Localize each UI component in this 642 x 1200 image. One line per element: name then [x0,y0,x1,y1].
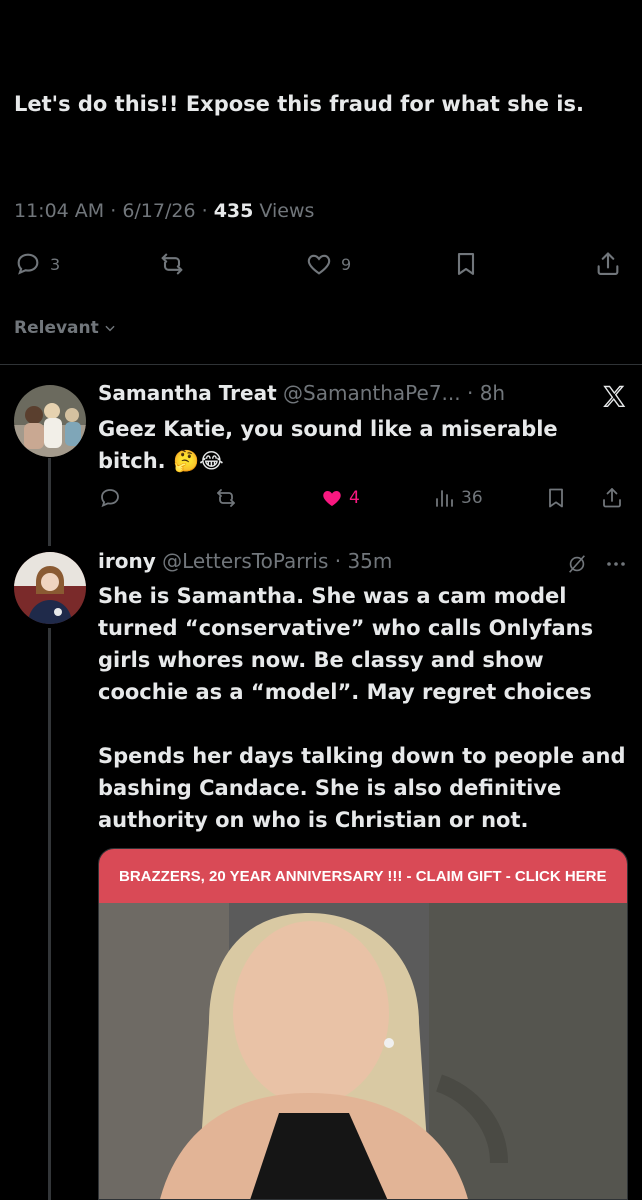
retweet-icon [217,489,235,507]
retweet-button[interactable] [158,250,186,278]
grok-icon[interactable] [566,553,588,575]
divider [0,364,642,365]
share-button[interactable] [594,250,622,278]
like-button[interactable]: 9 [305,250,351,278]
tweet-date[interactable]: 6/17/26 [122,200,195,222]
tweet-time[interactable]: 11:04 AM [14,200,104,222]
bookmark-icon [549,488,563,508]
reply-text: Geez Katie, you sound like a miserable b… [98,417,558,473]
x-logo-icon [603,385,626,408]
views-label: Views [259,200,315,222]
avatar[interactable] [14,385,86,457]
avatar[interactable] [14,552,86,624]
reply-text: She is Samantha. She was a cam model tur… [98,584,594,704]
reply-age: 8h [479,381,506,405]
share-button[interactable] [600,486,624,510]
media-card[interactable]: BRAZZERS, 20 YEAR ANNIVERSARY !!! - CLAI… [98,848,628,1200]
views-button[interactable]: 36 [432,486,483,510]
avatar-photo [14,552,86,624]
reply-button[interactable] [98,486,122,510]
tweet-action-bar: 3 9 [0,250,642,284]
thread-line [48,628,51,1200]
bookmark-icon [457,253,475,275]
share-icon [597,252,619,275]
reply-count: 3 [50,254,61,274]
reply-age: 35m [347,549,393,573]
like-count: 9 [341,254,352,274]
like-count: 4 [349,488,360,508]
reply-author-handle[interactable]: @SamanthaPe7... [283,381,461,405]
tweet-meta: 11:04 AM · 6/17/26 · 435 Views [14,200,315,222]
retweet-button[interactable] [214,486,238,510]
more-options-icon[interactable] [606,556,626,572]
views-count: 435 [213,200,254,222]
view-count: 36 [461,488,483,508]
bookmark-button[interactable] [452,250,480,278]
reply-author-name[interactable]: Samantha Treat [98,381,277,405]
share-icon [603,488,621,508]
heart-icon [307,254,331,275]
heart-filled-icon [323,491,341,506]
tweet-text: Let's do this!! Expose this fraud for wh… [14,92,584,116]
reply-text: Spends her days talking down to people a… [98,744,626,832]
analytics-icon [436,490,453,507]
reply-icon [17,253,39,275]
ad-banner: BRAZZERS, 20 YEAR ANNIVERSARY !!! - CLAI… [99,849,627,903]
reply-author-handle[interactable]: @LettersToParris [162,549,328,573]
reply-author-name[interactable]: irony [98,549,156,573]
like-button[interactable]: 4 [320,486,360,510]
sort-label: Relevant [14,318,99,338]
bookmark-button[interactable] [544,486,568,510]
avatar-photo [14,385,86,457]
retweet-icon [161,253,183,275]
reply-header: Samantha Treat @SamanthaPe7... · 8h [98,381,506,405]
reply-action-bar: 4 36 [98,486,628,516]
chevron-down-icon [105,325,115,332]
media-photo [99,903,627,1199]
reply-icon [101,489,119,508]
reply-header: irony @LettersToParris · 35m [98,549,393,573]
sort-dropdown[interactable]: Relevant [14,318,117,338]
thread-line [48,458,51,546]
reply-button[interactable]: 3 [14,250,60,278]
